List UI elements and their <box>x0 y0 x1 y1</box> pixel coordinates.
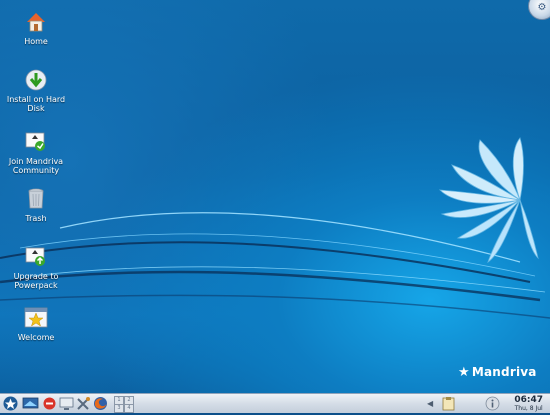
taskbar: 1 2 3 4 ◀ 06:47 Thu, 8 Jul <box>0 393 550 413</box>
home-icon <box>24 10 48 34</box>
clipboard-icon <box>442 397 455 411</box>
desktop-icon-join-mandriva-community[interactable]: Join Mandriva Community <box>1 130 71 175</box>
mandriva-star-icon: ★ <box>458 365 470 380</box>
computer-button[interactable] <box>58 396 75 411</box>
desktop-icon-welcome[interactable]: Welcome <box>1 306 71 342</box>
desktop: Home Install on Hard Disk Join Mandriva … <box>0 0 550 393</box>
clock-date: Thu, 8 Jul <box>514 405 543 412</box>
install-icon <box>24 68 48 92</box>
virtual-desktop-pager[interactable]: 1 2 3 4 <box>114 396 134 413</box>
clock-time: 06:47 <box>514 395 543 405</box>
firefox-button[interactable] <box>92 396 109 411</box>
desktop-icon-install-on-hard-disk[interactable]: Install on Hard Disk <box>1 68 71 113</box>
desktop-icon-trash[interactable]: Trash <box>1 187 71 223</box>
desktop-icon-upgrade-to-powerpack[interactable]: Upgrade to Powerpack <box>1 245 71 290</box>
info-icon <box>485 396 500 411</box>
join-community-icon <box>24 130 48 154</box>
tray-arrow[interactable]: ◀ <box>427 396 435 411</box>
tools-icon <box>77 397 90 410</box>
welcome-icon <box>24 306 48 330</box>
stop-button[interactable] <box>41 396 58 411</box>
tools-button[interactable] <box>75 396 92 411</box>
computer-icon <box>59 397 74 410</box>
show-desktop-button[interactable] <box>22 396 39 411</box>
start-menu-icon <box>3 396 18 411</box>
mandriva-logo: ★ Mandriva <box>458 365 537 380</box>
wallpaper-waves <box>0 137 550 319</box>
desktop-icon-home[interactable]: Home <box>1 10 71 46</box>
trash-icon <box>24 187 48 211</box>
stop-icon <box>43 397 56 410</box>
start-menu-button[interactable] <box>2 396 19 411</box>
firefox-icon <box>94 397 107 410</box>
clock[interactable]: 06:47 Thu, 8 Jul <box>514 395 543 412</box>
desktop-icon <box>22 397 39 409</box>
info-button[interactable] <box>484 396 501 411</box>
upgrade-icon <box>24 245 48 269</box>
clipboard-button[interactable] <box>440 396 457 411</box>
